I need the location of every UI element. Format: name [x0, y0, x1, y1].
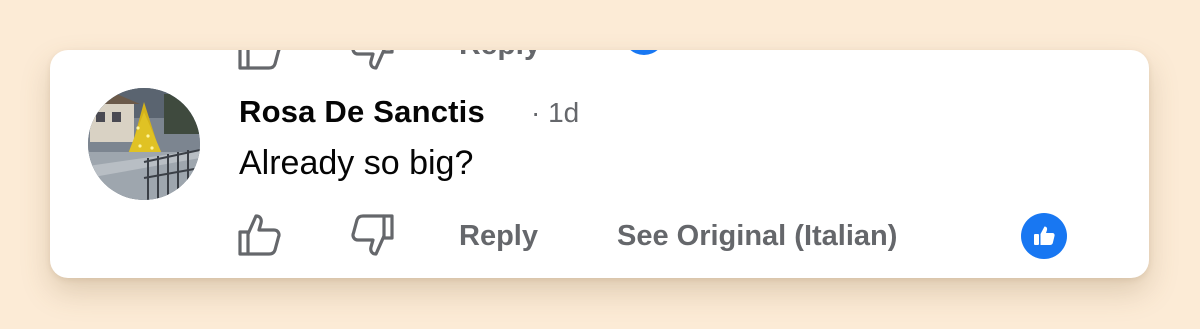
dislike-button[interactable]	[348, 212, 396, 258]
previous-reply-button[interactable]: Reply	[459, 50, 541, 62]
reaction-badge-icon	[623, 50, 665, 55]
meta-separator: ·	[531, 97, 541, 128]
like-icon[interactable]	[236, 50, 284, 77]
like-button[interactable]	[236, 212, 284, 258]
dislike-icon[interactable]	[348, 50, 396, 77]
comment-meta: · 1d	[531, 97, 579, 129]
comment-text: Already so big?	[239, 144, 474, 182]
like-reaction-badge[interactable]	[1021, 213, 1067, 259]
thumbs-down-outline-icon	[351, 214, 394, 256]
previous-comment-actions: Reply	[50, 50, 1149, 70]
avatar[interactable]	[88, 88, 200, 200]
see-original-button[interactable]: See Original (Italian)	[617, 220, 897, 253]
comment-timestamp[interactable]: 1d	[548, 97, 579, 128]
like-reaction-icon	[1034, 226, 1055, 245]
avatar-christmas-tree-photo	[88, 88, 200, 200]
reply-button[interactable]: Reply	[459, 220, 538, 253]
thumbs-up-outline-icon	[238, 214, 281, 256]
author-name[interactable]: Rosa De Sanctis	[239, 94, 485, 130]
comment-card: Reply Rosa De Sanctis · 1d	[50, 50, 1149, 278]
